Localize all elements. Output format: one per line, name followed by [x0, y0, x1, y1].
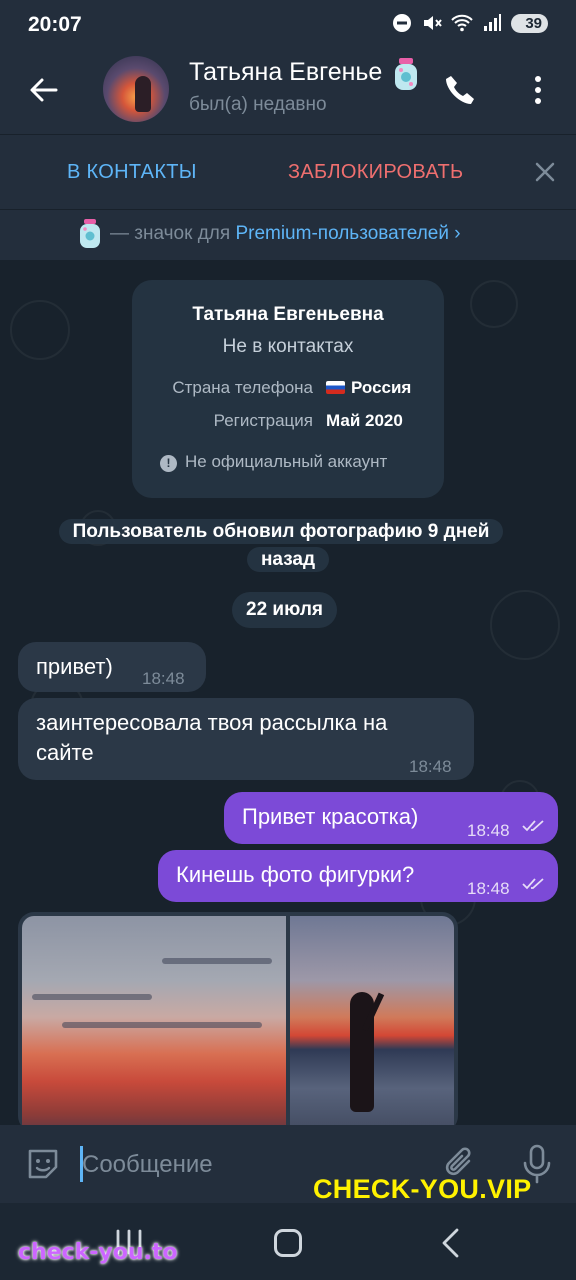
message-text: Кинешь фото фигурки?	[176, 862, 415, 887]
mute-icon	[424, 16, 443, 30]
chat-last-seen: был(а) недавно	[189, 94, 327, 115]
incoming-message[interactable]: привет) 18:48	[18, 642, 206, 692]
unofficial-account-warning: ! Не официальный аккаунт	[160, 452, 420, 472]
chat-title[interactable]: Татьяна Евгеньевна	[189, 58, 384, 87]
exclamation-icon: !	[160, 455, 177, 472]
phone-country-value: Россия	[326, 378, 411, 398]
date-separator: 22 июля	[232, 592, 338, 628]
phone-country-label: Страна телефона	[172, 378, 313, 397]
outgoing-message[interactable]: Привет красотка) 18:48	[224, 792, 558, 844]
status-icons: 39	[391, 12, 548, 34]
wifi-icon	[451, 14, 474, 32]
battery-indicator: 39	[511, 13, 548, 33]
message-time: 18:48	[467, 879, 510, 898]
back-arrow-icon[interactable]	[24, 70, 64, 110]
premium-jar-icon[interactable]	[392, 56, 420, 92]
do-not-disturb-icon	[393, 14, 412, 32]
premium-notice[interactable]: — значок для Premium-пользователей ›	[0, 210, 576, 260]
outgoing-message[interactable]: Кинешь фото фигурки? 18:48	[158, 850, 558, 902]
incoming-photo-album[interactable]	[18, 912, 458, 1132]
chevron-right-icon: ›	[454, 223, 461, 244]
close-icon[interactable]	[530, 157, 560, 187]
watermark-text: CHECK-YOU.VIP	[313, 1174, 532, 1204]
home-icon[interactable]	[274, 1229, 302, 1257]
message-time: 18:48	[467, 821, 510, 840]
message-time: 18:48	[409, 757, 452, 776]
premium-jar-icon	[80, 219, 100, 248]
contact-action-bar: В КОНТАКТЫ ЗАБЛОКИРОВАТЬ	[0, 134, 576, 210]
nav-back-icon[interactable]	[438, 1227, 464, 1259]
beach-photo[interactable]	[290, 916, 454, 1132]
russia-flag-icon	[326, 381, 345, 394]
info-card-subtitle: Не в контактах	[222, 336, 354, 357]
message-time: 18:48	[142, 669, 185, 688]
add-to-contacts-button[interactable]: В КОНТАКТЫ	[67, 161, 197, 184]
status-bar: 20:07 39	[0, 0, 576, 50]
sticker-smile-icon[interactable]	[24, 1145, 62, 1183]
signal-icon	[484, 14, 502, 31]
registration-value: Май 2020	[326, 411, 403, 430]
phone-icon[interactable]	[440, 70, 480, 110]
premium-link[interactable]: Premium-пользователей	[235, 223, 449, 244]
message-text: привет)	[36, 654, 113, 679]
user-info-card: Татьяна Евгеньевна Не в контактах Страна…	[132, 280, 444, 498]
premium-notice-prefix: — значок для	[110, 223, 236, 244]
read-checkmarks-icon	[522, 878, 544, 890]
more-vertical-icon[interactable]	[522, 70, 554, 110]
message-text: Привет красотка)	[242, 804, 419, 829]
registration-label: Регистрация	[213, 411, 313, 430]
read-checkmarks-icon	[522, 820, 544, 832]
sunset-photo[interactable]	[22, 916, 286, 1132]
block-user-button[interactable]: ЗАБЛОКИРОВАТЬ	[288, 161, 463, 184]
premium-notice-text: — значок для Premium-пользователей ›	[110, 223, 461, 245]
avatar[interactable]	[103, 56, 169, 122]
incoming-message[interactable]: заинтересовала твоя рассылка на сайте 18…	[18, 698, 474, 780]
status-time: 20:07	[28, 13, 82, 36]
info-card-name: Татьяна Евгеньевна	[192, 304, 384, 325]
watermark-text: check-you.to	[18, 1240, 178, 1265]
chat-header: Татьяна Евгеньевна был(а) недавно	[0, 50, 576, 134]
message-text: заинтересовала твоя рассылка на сайте	[36, 710, 388, 765]
service-message: Пользователь обновил фотографию 9 дней н…	[40, 518, 536, 574]
